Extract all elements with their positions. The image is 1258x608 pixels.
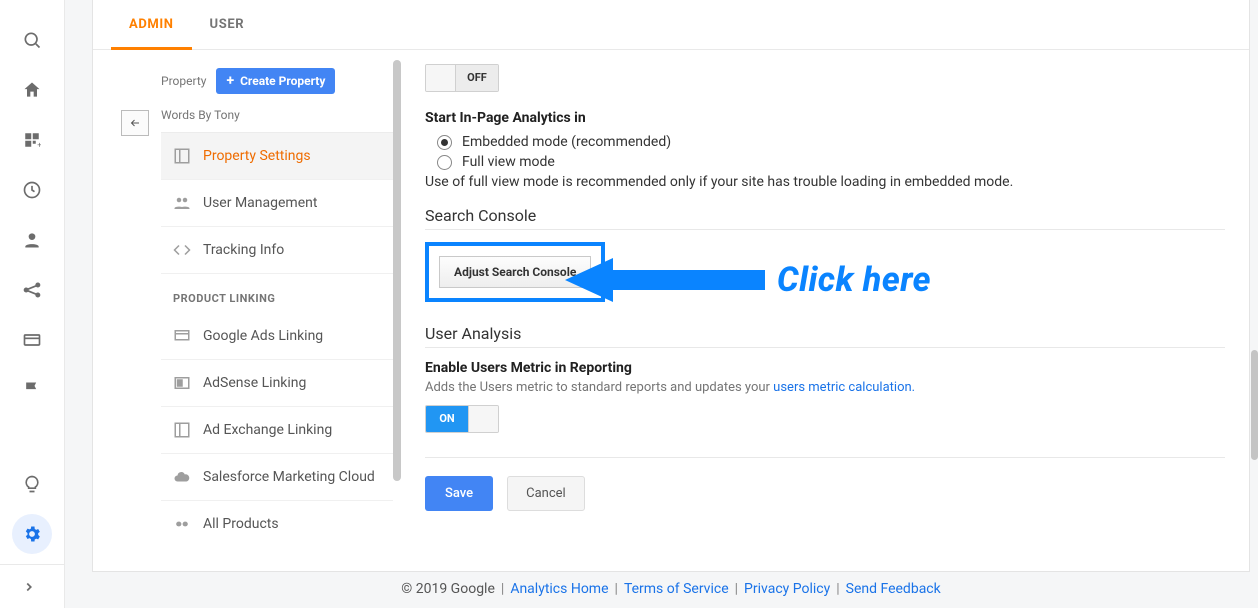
main-card: ADMIN USER Property + Create Property Wo… — [92, 0, 1250, 572]
product-linking-header: PRODUCT LINKING — [161, 274, 393, 313]
toggle-off-switch[interactable]: OFF — [425, 64, 499, 92]
left-rail: + — [0, 0, 65, 608]
nav-label: Ad Exchange Linking — [203, 422, 332, 438]
nav-all-products[interactable]: All Products — [161, 501, 393, 547]
linking-nav: Google Ads Linking AdSense Linking Ad Ex… — [161, 313, 393, 547]
ads-icon — [173, 327, 191, 345]
footer: © 2019 Google | Analytics Home | Terms o… — [92, 574, 1250, 604]
create-property-label: Create Property — [240, 74, 325, 88]
adjust-search-console-highlight: Adjust Search Console — [425, 242, 605, 302]
property-panel: Property + Create Property Words By Tony… — [93, 50, 393, 571]
admin-gear-icon[interactable] — [12, 514, 52, 554]
nav-label: Tracking Info — [203, 242, 284, 258]
property-nav: Property Settings User Management Tracki… — [161, 133, 393, 274]
save-button[interactable]: Save — [425, 476, 493, 511]
cancel-button[interactable]: Cancel — [507, 476, 585, 511]
link-icon — [173, 515, 191, 533]
nav-label: User Management — [203, 195, 317, 211]
plus-icon: + — [226, 74, 234, 88]
nav-tracking-info[interactable]: Tracking Info — [161, 227, 393, 274]
toggle-on-switch[interactable]: ON — [425, 405, 499, 433]
people-icon — [173, 194, 191, 212]
nav-label: Salesforce Marketing Cloud — [203, 469, 375, 485]
search-icon[interactable] — [12, 20, 52, 60]
radio-icon — [437, 155, 452, 170]
radio-icon — [437, 135, 452, 150]
settings-panel: OFF Start In-Page Analytics in Embedded … — [401, 50, 1249, 571]
cloud-icon — [173, 468, 191, 486]
nav-label: Property Settings — [203, 148, 311, 164]
nav-property-settings[interactable]: Property Settings — [161, 133, 393, 180]
attribution-icon[interactable] — [12, 270, 52, 310]
footer-privacy[interactable]: Privacy Policy — [744, 581, 830, 597]
settings-box-icon — [173, 147, 191, 165]
discover-icon[interactable] — [12, 464, 52, 504]
enable-users-desc: Adds the Users metric to standard report… — [425, 380, 1225, 395]
tab-admin[interactable]: ADMIN — [111, 0, 192, 50]
footer-analytics-home[interactable]: Analytics Home — [510, 581, 608, 597]
radio-label: Embedded mode (recommended) — [462, 134, 671, 150]
toggle-off-label: OFF — [456, 65, 498, 91]
collapse-icon[interactable] — [0, 564, 64, 608]
adsense-icon — [173, 374, 191, 392]
panel-scrollbar[interactable] — [393, 60, 401, 481]
property-name[interactable]: Words By Tony — [161, 102, 393, 133]
nav-label: All Products — [203, 516, 279, 532]
toggle-on-label: ON — [426, 406, 468, 432]
clock-icon[interactable] — [12, 170, 52, 210]
nav-google-ads-linking[interactable]: Google Ads Linking — [161, 313, 393, 360]
users-metric-link[interactable]: users metric calculation. — [773, 380, 915, 395]
user-analysis-section: User Analysis — [425, 324, 1225, 348]
nav-salesforce-linking[interactable]: Salesforce Marketing Cloud — [161, 454, 393, 501]
adexchange-icon — [173, 421, 191, 439]
create-property-button[interactable]: + Create Property — [216, 68, 335, 94]
footer-copyright: © 2019 Google — [401, 581, 495, 597]
card-icon[interactable] — [12, 320, 52, 360]
nav-label: AdSense Linking — [203, 375, 306, 391]
nav-label: Google Ads Linking — [203, 328, 323, 344]
nav-user-management[interactable]: User Management — [161, 180, 393, 227]
footer-terms[interactable]: Terms of Service — [624, 581, 729, 597]
flag-icon[interactable] — [12, 370, 52, 410]
radio-embedded-mode[interactable]: Embedded mode (recommended) — [437, 134, 1225, 150]
radio-label: Full view mode — [462, 154, 555, 170]
tab-user[interactable]: USER — [192, 0, 263, 50]
enable-users-title: Enable Users Metric in Reporting — [425, 360, 1225, 376]
inpage-analytics-title: Start In-Page Analytics in — [425, 110, 1225, 126]
nav-ad-exchange-linking[interactable]: Ad Exchange Linking — [161, 407, 393, 454]
radio-full-view-mode[interactable]: Full view mode — [437, 154, 1225, 170]
home-icon[interactable] — [12, 70, 52, 110]
nav-adsense-linking[interactable]: AdSense Linking — [161, 360, 393, 407]
inpage-hint: Use of full view mode is recommended onl… — [425, 174, 1225, 190]
footer-feedback[interactable]: Send Feedback — [846, 581, 941, 597]
code-icon — [173, 241, 191, 259]
property-label: Property — [161, 74, 206, 88]
adjust-search-console-button[interactable]: Adjust Search Console — [439, 256, 591, 288]
back-button[interactable] — [121, 110, 149, 136]
search-console-section: Search Console — [425, 206, 1225, 230]
window-scrollbar[interactable] — [1251, 350, 1258, 460]
dashboard-icon[interactable]: + — [12, 120, 52, 160]
person-icon[interactable] — [12, 220, 52, 260]
admin-tabs: ADMIN USER — [93, 0, 1249, 50]
svg-text:+: + — [37, 141, 41, 150]
